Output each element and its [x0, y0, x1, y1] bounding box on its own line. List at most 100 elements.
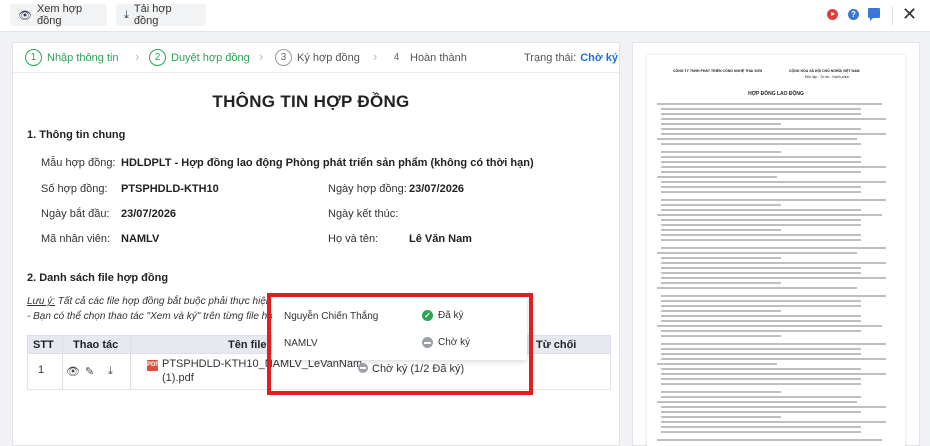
chevron-right-icon: ›	[259, 49, 264, 64]
preview-text-line	[661, 171, 861, 173]
file-name-line-2[interactable]: (1).pdf	[162, 372, 194, 384]
preview-text-line	[661, 234, 861, 236]
close-icon[interactable]: ✕	[902, 5, 917, 23]
status-value: Chờ ký	[580, 52, 618, 64]
preview-company: CÔNG TY TNHH PHÁT TRIỂN CÔNG NGHỆ THÁI S…	[673, 69, 763, 73]
preview-text-line	[661, 315, 861, 317]
help-icon[interactable]: ?	[848, 9, 859, 20]
note-line-1: Lưu ý: Tất cả các file hợp đồng bắt buộc…	[27, 296, 284, 307]
step-label: Nhập thông tin	[47, 51, 119, 64]
preview-text-line	[661, 383, 861, 385]
header-file-name: Tên file	[228, 339, 267, 351]
eye-icon: 👁	[18, 9, 32, 22]
step-label: Hoàn thành	[410, 51, 467, 64]
progress-steps: 1 Nhập thông tin › 2 Duyệt hợp đồng › 3 …	[13, 43, 619, 73]
preview-text-line	[661, 209, 861, 211]
download-contract-button[interactable]: ⤓ Tải hợp đồng	[116, 3, 206, 27]
eye-icon[interactable]: 👁	[66, 365, 80, 378]
toolbar-divider	[892, 7, 893, 25]
preview-text-line	[657, 103, 882, 105]
step-sign-contract[interactable]: 3 Ký hợp đồng	[275, 49, 360, 66]
contract-number-value: PTSPHDLD-KTH10	[121, 183, 219, 195]
preview-text-line	[657, 176, 777, 178]
step-label: Duyệt hợp đồng	[171, 51, 250, 64]
preview-text-line	[661, 282, 781, 284]
view-contract-button[interactable]: 👁 Xem hợp đồng	[10, 3, 107, 27]
download-contract-label: Tải hợp đồng	[133, 3, 172, 27]
step-number: 2	[149, 49, 166, 66]
document-preview[interactable]: CÔNG TY TNHH PHÁT TRIỂN CÔNG NGHỆ THÁI S…	[647, 55, 905, 446]
preview-text-line	[661, 353, 861, 355]
preview-text-line	[661, 156, 861, 158]
preview-text-line	[661, 421, 886, 423]
note-prefix: Lưu ý:	[27, 296, 56, 307]
preview-text-line	[661, 161, 861, 163]
preview-text-line	[661, 378, 861, 380]
preview-text-line	[661, 272, 861, 274]
preview-text-line	[657, 401, 857, 403]
header-stt: STT	[33, 339, 54, 351]
preview-text-line	[661, 343, 886, 345]
preview-text-line	[661, 151, 781, 153]
video-guide-icon[interactable]	[827, 9, 838, 20]
download-icon: ⤓	[124, 8, 129, 21]
preview-text-line	[661, 199, 886, 201]
preview-text-line	[661, 181, 886, 183]
preview-text-line	[657, 325, 882, 327]
section-general-info: 1. Thông tin chung	[27, 129, 126, 141]
contract-status: Trạng thái: Chờ ký	[524, 52, 618, 64]
preview-text-line	[661, 373, 886, 375]
section-file-list: 2. Danh sách file hợp đồng	[27, 272, 169, 284]
preview-text-line	[661, 396, 861, 398]
preview-text-line	[657, 287, 857, 289]
preview-text-line	[661, 118, 886, 120]
document-preview-panel: CÔNG TY TNHH PHÁT TRIỂN CÔNG NGHỆ THÁI S…	[632, 42, 920, 446]
preview-text-line	[661, 426, 861, 428]
download-icon[interactable]: ⤓	[108, 365, 113, 378]
step-complete[interactable]: 4 Hoàn thành	[388, 49, 467, 66]
sign-document-icon[interactable]: ✎	[85, 365, 94, 378]
preview-text-line	[661, 431, 861, 433]
preview-text-line	[657, 252, 857, 254]
preview-text-line	[661, 406, 886, 408]
preview-text-line	[661, 108, 861, 110]
preview-text-line	[661, 411, 861, 413]
preview-text-line	[661, 123, 781, 125]
preview-text-line	[661, 224, 861, 226]
employee-code-label: Mã nhân viên:	[41, 233, 111, 245]
employee-code-value: NAMLV	[121, 233, 160, 245]
preview-text-line	[661, 219, 861, 221]
preview-text-line	[661, 330, 861, 332]
contract-date-label: Ngày hợp đồng:	[328, 183, 407, 195]
preview-text-line	[661, 348, 861, 350]
preview-text-line	[661, 247, 886, 249]
preview-text-line	[661, 257, 781, 259]
preview-text-line	[661, 416, 781, 418]
note-line-2: - Bạn có thể chọn thao tác "Xem và ký" t…	[27, 311, 304, 322]
preview-motto: Độc lập - Tự do - Hạnh phúc	[805, 75, 850, 79]
pdf-file-icon: PDF	[147, 360, 159, 371]
contract-number-label: Số hợp đồng:	[41, 183, 108, 195]
step-enter-info[interactable]: 1 Nhập thông tin	[25, 49, 119, 66]
preview-text-line	[661, 358, 886, 360]
preview-doc-title: HỢP ĐỒNG LAO ĐỘNG	[748, 91, 804, 97]
preview-text-line	[657, 439, 882, 441]
step-number: 4	[393, 52, 400, 63]
full-name-label: Họ và tên:	[328, 233, 379, 245]
preview-text-line	[661, 262, 886, 264]
page-title: THÔNG TIN HỢP ĐỒNG	[212, 92, 410, 111]
column-divider	[130, 335, 131, 390]
preview-text-line	[661, 186, 861, 188]
preview-text-line	[661, 113, 861, 115]
preview-text-line	[661, 310, 781, 312]
preview-text-line	[661, 191, 861, 193]
preview-text-line	[657, 214, 882, 216]
preview-text-line	[657, 138, 857, 140]
view-contract-label: Xem hợp đồng	[36, 3, 83, 27]
feedback-icon[interactable]	[868, 8, 880, 21]
preview-text-line	[661, 335, 781, 337]
annotation-highlight-box	[267, 293, 533, 395]
header-actions: Thao tác	[73, 339, 119, 351]
step-number: 1	[25, 49, 42, 66]
step-review-contract[interactable]: 2 Duyệt hợp đồng	[149, 49, 250, 66]
